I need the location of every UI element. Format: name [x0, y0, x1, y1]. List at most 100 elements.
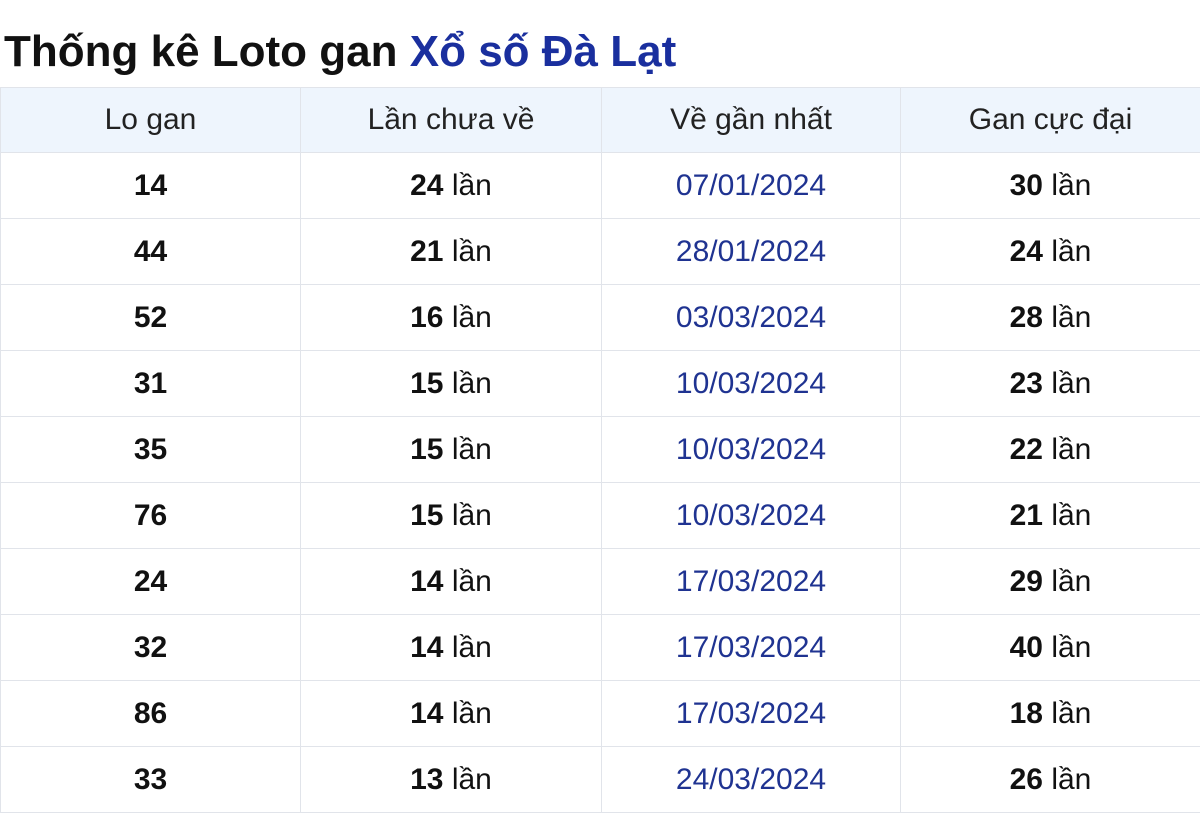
gan-cuc-dai-count: 40 [1009, 630, 1043, 664]
ve-gan-nhat-date: 17/03/2024 [601, 614, 901, 681]
unit-label: lần [451, 168, 492, 202]
column-header-gan-cuc-dai: Gan cực đại [900, 87, 1200, 153]
unit-label: lần [1051, 762, 1092, 796]
ve-gan-nhat-date: 10/03/2024 [601, 416, 901, 483]
gan-cuc-dai-count: 18 [1009, 696, 1043, 730]
gan-cuc-dai-count: 22 [1009, 432, 1043, 466]
gan-cuc-dai-cell: 29 lần [900, 548, 1200, 615]
lan-chua-ve-cell: 14 lần [300, 548, 602, 615]
gan-cuc-dai-cell: 40 lần [900, 614, 1200, 681]
lan-chua-ve-cell: 14 lần [300, 680, 602, 747]
lan-chua-ve-cell: 15 lần [300, 416, 602, 483]
lan-chua-ve-count: 21 [410, 234, 444, 268]
ve-gan-nhat-date: 17/03/2024 [601, 548, 901, 615]
lan-chua-ve-cell: 16 lần [300, 284, 602, 351]
page-title: Thống kê Loto gan Xổ số Đà Lạt [4, 24, 676, 80]
gan-cuc-dai-count: 21 [1009, 498, 1043, 532]
ve-gan-nhat-date: 10/03/2024 [601, 350, 901, 417]
gan-cuc-dai-count: 24 [1009, 234, 1043, 268]
gan-cuc-dai-cell: 30 lần [900, 152, 1200, 219]
lo-number: 52 [0, 284, 301, 351]
lan-chua-ve-count: 24 [410, 168, 444, 202]
unit-label: lần [1051, 366, 1092, 400]
lo-number: 35 [0, 416, 301, 483]
unit-label: lần [1051, 432, 1092, 466]
unit-label: lần [451, 564, 492, 598]
ve-gan-nhat-date: 10/03/2024 [601, 482, 901, 549]
lo-number: 32 [0, 614, 301, 681]
lan-chua-ve-cell: 14 lần [300, 614, 602, 681]
unit-label: lần [1051, 300, 1092, 334]
lan-chua-ve-cell: 21 lần [300, 218, 602, 285]
gan-cuc-dai-cell: 21 lần [900, 482, 1200, 549]
table-row: 24 14 lần 17/03/2024 29 lần [0, 548, 1200, 615]
page: Thống kê Loto gan Xổ số Đà Lạt Lo gan Lầ… [0, 0, 1200, 813]
lan-chua-ve-count: 15 [410, 366, 444, 400]
column-header-ve-gan-nhat: Về gần nhất [601, 87, 901, 153]
table-row: 76 15 lần 10/03/2024 21 lần [0, 482, 1200, 549]
lo-number: 76 [0, 482, 301, 549]
unit-label: lần [1051, 498, 1092, 532]
lo-number: 44 [0, 218, 301, 285]
unit-label: lần [451, 432, 492, 466]
table-row: 32 14 lần 17/03/2024 40 lần [0, 614, 1200, 681]
unit-label: lần [1051, 630, 1092, 664]
lan-chua-ve-count: 14 [410, 696, 444, 730]
gan-cuc-dai-cell: 24 lần [900, 218, 1200, 285]
unit-label: lần [451, 696, 492, 730]
unit-label: lần [451, 498, 492, 532]
lan-chua-ve-cell: 24 lần [300, 152, 602, 219]
unit-label: lần [1051, 168, 1092, 202]
table-row: 31 15 lần 10/03/2024 23 lần [0, 350, 1200, 417]
table-body: 14 24 lần 07/01/2024 30 lần 44 21 lần 28/01/20… [0, 152, 1200, 813]
unit-label: lần [451, 762, 492, 796]
column-header-lan-chua-ve: Lần chưa về [300, 87, 602, 153]
lan-chua-ve-count: 13 [410, 762, 444, 796]
gan-cuc-dai-count: 26 [1009, 762, 1043, 796]
lan-chua-ve-count: 15 [410, 432, 444, 466]
gan-cuc-dai-cell: 18 lần [900, 680, 1200, 747]
gan-cuc-dai-count: 23 [1009, 366, 1043, 400]
unit-label: lần [451, 630, 492, 664]
gan-cuc-dai-cell: 22 lần [900, 416, 1200, 483]
gan-cuc-dai-count: 30 [1009, 168, 1043, 202]
lo-number: 31 [0, 350, 301, 417]
table-header-row: Lo gan Lần chưa về Về gần nhất Gan cực đ… [0, 87, 1200, 153]
gan-cuc-dai-cell: 23 lần [900, 350, 1200, 417]
gan-cuc-dai-cell: 28 lần [900, 284, 1200, 351]
ve-gan-nhat-date: 24/03/2024 [601, 746, 901, 813]
lan-chua-ve-cell: 15 lần [300, 350, 602, 417]
ve-gan-nhat-date: 28/01/2024 [601, 218, 901, 285]
table-row: 33 13 lần 24/03/2024 26 lần [0, 746, 1200, 813]
unit-label: lần [1051, 234, 1092, 268]
lo-number: 24 [0, 548, 301, 615]
title-accent: Xổ số Đà Lạt [409, 27, 677, 76]
unit-label: lần [1051, 564, 1092, 598]
lan-chua-ve-cell: 15 lần [300, 482, 602, 549]
gan-cuc-dai-cell: 26 lần [900, 746, 1200, 813]
ve-gan-nhat-date: 07/01/2024 [601, 152, 901, 219]
table-row: 86 14 lần 17/03/2024 18 lần [0, 680, 1200, 747]
unit-label: lần [451, 366, 492, 400]
ve-gan-nhat-date: 17/03/2024 [601, 680, 901, 747]
unit-label: lần [451, 234, 492, 268]
lan-chua-ve-cell: 13 lần [300, 746, 602, 813]
ve-gan-nhat-date: 03/03/2024 [601, 284, 901, 351]
lo-number: 33 [0, 746, 301, 813]
table-row: 35 15 lần 10/03/2024 22 lần [0, 416, 1200, 483]
unit-label: lần [451, 300, 492, 334]
lan-chua-ve-count: 14 [410, 630, 444, 664]
lan-chua-ve-count: 16 [410, 300, 444, 334]
lan-chua-ve-count: 14 [410, 564, 444, 598]
table-row: 14 24 lần 07/01/2024 30 lần [0, 152, 1200, 219]
gan-cuc-dai-count: 28 [1009, 300, 1043, 334]
loto-gan-table: Lo gan Lần chưa về Về gần nhất Gan cực đ… [0, 87, 1200, 813]
table-row: 52 16 lần 03/03/2024 28 lần [0, 284, 1200, 351]
lan-chua-ve-count: 15 [410, 498, 444, 532]
column-header-lo-gan: Lo gan [0, 87, 301, 153]
lo-number: 86 [0, 680, 301, 747]
title-prefix: Thống kê Loto gan [4, 27, 398, 76]
unit-label: lần [1051, 696, 1092, 730]
gan-cuc-dai-count: 29 [1009, 564, 1043, 598]
lo-number: 14 [0, 152, 301, 219]
